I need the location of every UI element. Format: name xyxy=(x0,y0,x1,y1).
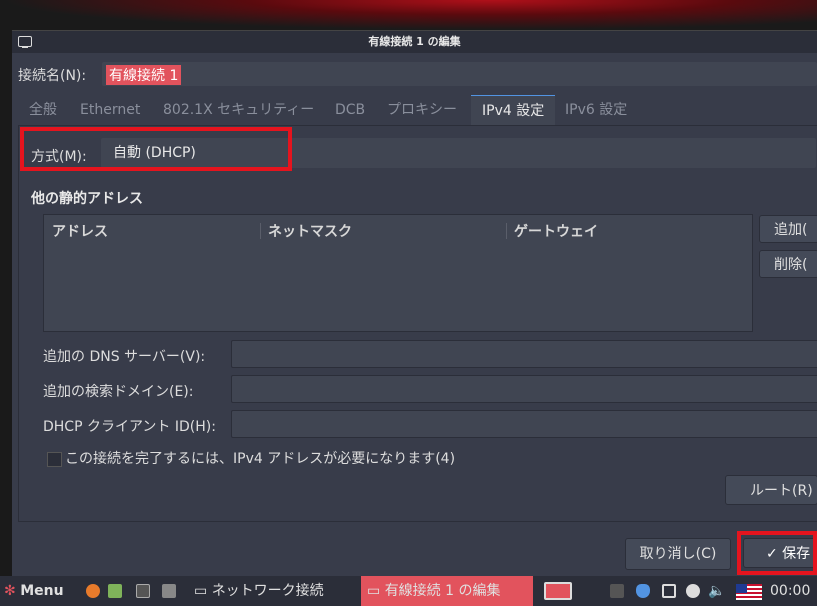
edit-connection-window: 有線接続 1 の編集 接続名(N): 有線接続 1 全般 Ethernet 80… xyxy=(12,30,817,576)
delete-address-button[interactable]: 削除( xyxy=(759,250,817,278)
method-dropdown[interactable]: 自動 (DHCP) xyxy=(101,138,816,168)
workspace-switcher-icon[interactable] xyxy=(544,582,572,600)
firefox-icon[interactable] xyxy=(86,584,100,598)
taskbar: ✻ Menu ▭ ネットワーク接続 ▭ 有線接続 1 の編集 🔈 00:00 xyxy=(0,576,817,606)
terminal-icon[interactable] xyxy=(136,584,150,598)
task-label: ネットワーク接続 xyxy=(211,583,324,599)
keyboard-icon[interactable] xyxy=(610,584,624,598)
window-title: 有線接続 1 の編集 xyxy=(368,35,461,48)
tab-proxy[interactable]: プロキシー xyxy=(376,95,468,125)
menu-icon: ✻ xyxy=(4,583,16,599)
ipv4-settings-panel: 方式(M): 自動 (DHCP) 他の静的アドレス アドレス ネットマスク ゲー… xyxy=(18,125,817,522)
tab-ipv4-settings[interactable]: IPv4 設定 xyxy=(471,95,556,126)
taskbar-task-edit-connection[interactable]: ▭ 有線接続 1 の編集 xyxy=(361,576,533,606)
column-address[interactable]: アドレス xyxy=(52,221,108,241)
media-player-icon[interactable] xyxy=(162,584,176,598)
routes-button[interactable]: ルート(R) xyxy=(725,475,817,505)
tab-ethernet[interactable]: Ethernet xyxy=(69,95,151,125)
update-icon[interactable] xyxy=(686,584,700,598)
save-button[interactable]: ✓ 保存 xyxy=(743,538,817,568)
connection-name-label: 接続名(N): xyxy=(18,68,87,84)
tab-general[interactable]: 全般 xyxy=(18,95,68,125)
column-gateway[interactable]: ゲートウェイ xyxy=(514,221,598,241)
require-ipv4-checkbox[interactable] xyxy=(47,452,62,467)
column-separator xyxy=(260,223,261,239)
window-icon: ▭ xyxy=(194,583,208,599)
network-icon[interactable] xyxy=(662,584,676,598)
tab-bar: 全般 Ethernet 802.1X セキュリティー DCB プロキシー IPv… xyxy=(18,95,817,126)
search-domains-label: 追加の検索ドメイン(E): xyxy=(43,384,194,400)
dns-servers-input[interactable] xyxy=(231,340,817,368)
shield-icon[interactable] xyxy=(636,584,650,598)
tab-dcb[interactable]: DCB xyxy=(324,95,376,125)
column-separator xyxy=(506,223,507,239)
dhcp-client-id-input[interactable] xyxy=(231,410,817,438)
add-address-button[interactable]: 追加( xyxy=(759,215,817,243)
window-titlebar[interactable]: 有線接続 1 の編集 xyxy=(12,31,817,53)
us-flag-icon[interactable] xyxy=(736,584,762,600)
search-domains-input[interactable] xyxy=(231,375,817,403)
dns-servers-label: 追加の DNS サーバー(V): xyxy=(43,349,206,365)
window-icon: ▭ xyxy=(367,583,381,599)
taskbar-task-network-connections[interactable]: ▭ ネットワーク接続 xyxy=(194,576,354,606)
desktop-background xyxy=(0,0,817,30)
address-table[interactable]: アドレス ネットマスク ゲートウェイ xyxy=(43,214,753,332)
connection-name-row: 接続名(N): 有線接続 1 xyxy=(12,59,817,89)
task-label: 有線接続 1 の編集 xyxy=(384,583,501,599)
method-label: 方式(M): xyxy=(31,149,87,165)
menu-label: Menu xyxy=(20,583,64,599)
start-menu-button[interactable]: ✻ Menu xyxy=(4,576,64,606)
require-ipv4-label[interactable]: この接続を完了するには、IPv4 アドレスが必要になります(4) xyxy=(65,448,455,468)
connection-name-input[interactable]: 有線接続 1 xyxy=(102,62,817,86)
volume-icon[interactable]: 🔈 xyxy=(708,576,725,606)
static-addresses-title: 他の静的アドレス xyxy=(31,191,143,207)
connection-name-value: 有線接続 1 xyxy=(106,65,182,85)
dhcp-client-id-label: DHCP クライアント ID(H): xyxy=(43,419,216,435)
cancel-button[interactable]: 取り消し(C) xyxy=(625,538,731,570)
window-icon xyxy=(18,36,32,48)
tab-8021x-security[interactable]: 802.1X セキュリティー xyxy=(152,95,325,125)
tab-ipv6-settings[interactable]: IPv6 設定 xyxy=(554,95,638,125)
method-value: 自動 (DHCP) xyxy=(113,145,196,161)
column-netmask[interactable]: ネットマスク xyxy=(268,221,352,241)
file-manager-icon[interactable] xyxy=(108,584,122,598)
clock[interactable]: 00:00 xyxy=(770,576,810,606)
